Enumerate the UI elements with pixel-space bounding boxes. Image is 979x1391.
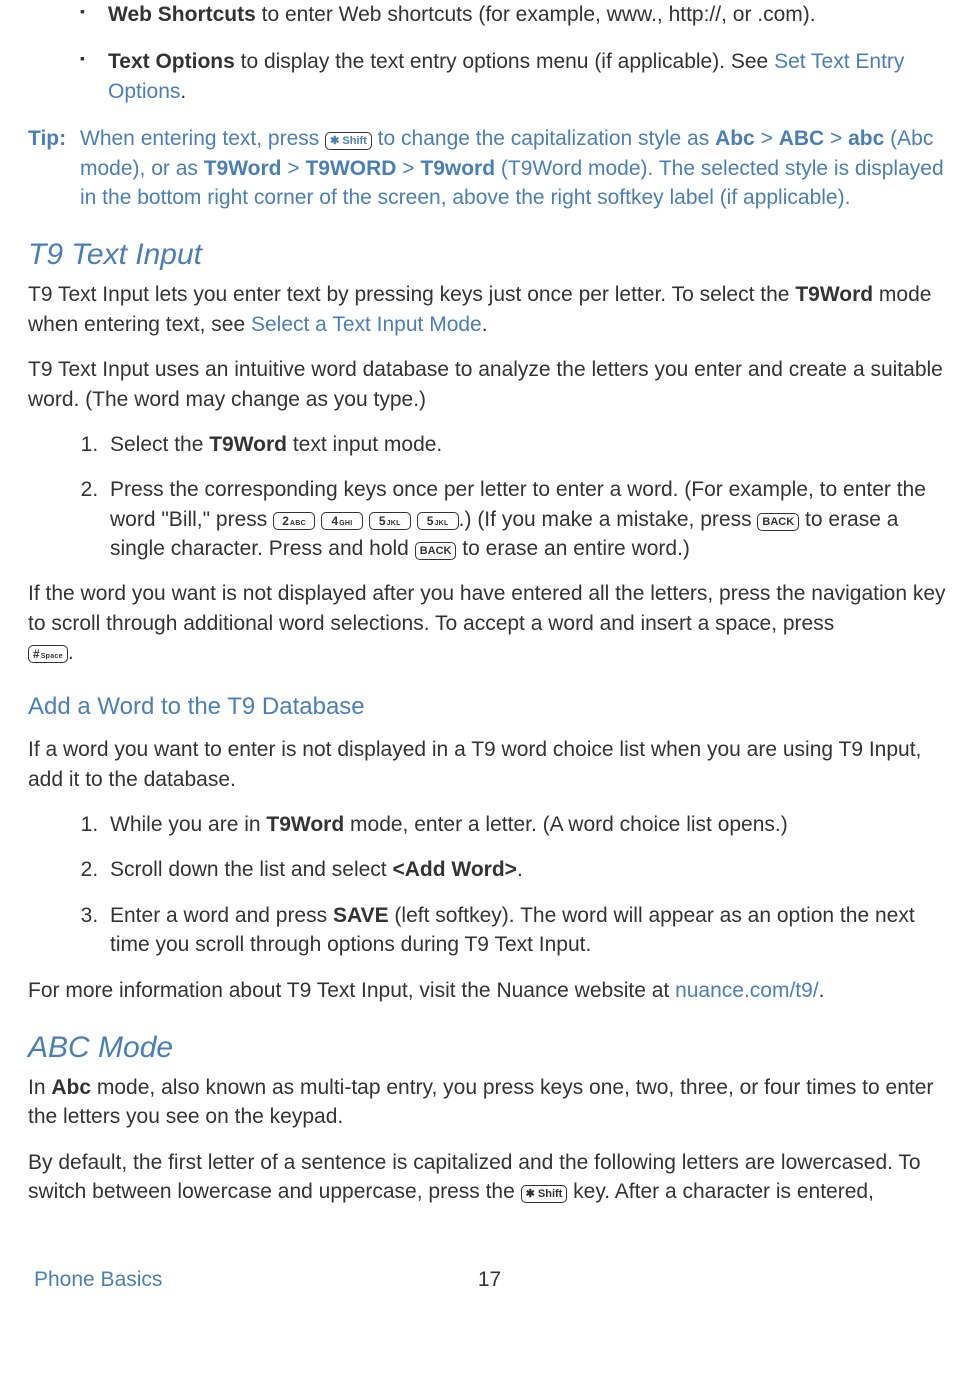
tip-t9b: T9WORD [305,157,396,180]
tip-gt2: > [824,127,848,150]
link-select-text-input-mode[interactable]: Select a Text Input Mode [251,313,482,336]
tip-gt3: > [282,157,306,180]
tip-body: When entering text, press ✱ Shift to cha… [80,124,951,212]
key-2-icon: 2ABC [273,512,315,530]
shift-key-icon-2: ✱ Shift [521,1185,568,1203]
tip-t9c: T9word [420,157,495,180]
key-4-icon: 4GHI [321,512,363,530]
web-shortcuts-text: to enter Web shortcuts (for example, www… [256,3,816,26]
back-key-icon-2: BACK [415,542,457,560]
tip-t9a: T9Word [204,157,282,180]
key-5b-icon: 5JKL [417,512,459,530]
tip-text-1: When entering text, press [80,127,325,150]
db2b: <Add Word> [392,858,516,881]
abc-p2b: key. After a character is entered, [567,1180,874,1203]
shift-key-icon: ✱ Shift [325,132,372,150]
db2c: . [517,858,523,881]
t9-p3b: . [68,641,74,664]
tip-block: Tip: When entering text, press ✱ Shift t… [28,124,951,212]
tip-abc1: Abc [715,127,755,150]
tip-label: Tip: [28,124,80,212]
bullet-web-shortcuts: Web Shortcuts to enter Web shortcuts (fo… [108,0,951,29]
t9-step2-b: .) (If you make a mistake, press [459,508,758,531]
t9-step1-a: Select the [110,433,209,456]
t9-paragraph-3: If the word you want is not displayed af… [28,579,951,667]
t9-p1a: T9 Text Input lets you enter text by pre… [28,283,795,306]
heading-add-word-t9: Add a Word to the T9 Database [28,690,951,724]
tip-abc3: abc [848,127,884,150]
abc-paragraph-2: By default, the first letter of a senten… [28,1148,951,1207]
tip-gt1: > [755,127,779,150]
t9-step-2: Press the corresponding keys once per le… [104,475,951,563]
db3a: Enter a word and press [110,904,333,927]
footer-page-number: 17 [478,1265,501,1294]
db3b: SAVE [333,904,389,927]
link-nuance[interactable]: nuance.com/t9/ [675,979,819,1002]
web-shortcuts-label: Web Shortcuts [108,3,256,26]
page-body: Web Shortcuts to enter Web shortcuts (fo… [0,0,979,1294]
text-options-end: . [180,80,186,103]
key-5-icon: 5JKL [369,512,411,530]
t9-db-steps-list: While you are in T9Word mode, enter a le… [28,810,951,960]
t9-paragraph-2: T9 Text Input uses an intuitive word dat… [28,355,951,414]
back-key-icon: BACK [757,513,799,531]
db1c: mode, enter a letter. (A word choice lis… [344,813,788,836]
t9-db-step-2: Scroll down the list and select <Add Wor… [104,855,951,884]
heading-t9-text-input: T9 Text Input [28,234,951,276]
t9-more-info: For more information about T9 Text Input… [28,976,951,1005]
t9-p1d: . [482,313,488,336]
option-bullet-list: Web Shortcuts to enter Web shortcuts (fo… [28,0,951,106]
page-footer: Phone Basics 17 [28,1265,951,1294]
t9-steps-list: Select the T9Word text input mode. Press… [28,430,951,564]
t9-step2-d: to erase an entire word.) [456,537,689,560]
db2a: Scroll down the list and select [110,858,392,881]
t9-p5b: . [819,979,825,1002]
db1a: While you are in [110,813,266,836]
tip-abc2: ABC [779,127,825,150]
abc-p1c: mode, also known as multi-tap entry, you… [28,1076,933,1128]
t9-p1b: T9Word [795,283,873,306]
t9-step1-c: text input mode. [287,433,442,456]
t9-step-1: Select the T9Word text input mode. [104,430,951,459]
text-options-mid: to display the text entry options menu (… [235,50,774,73]
t9-db-step-3: Enter a word and press SAVE (left softke… [104,901,951,960]
tip-text-2: to change the capitalization style as [372,127,715,150]
abc-p1b: Abc [51,1076,91,1099]
abc-p1a: In [28,1076,51,1099]
text-options-label: Text Options [108,50,235,73]
footer-spacer [501,1265,945,1294]
tip-gt4: > [396,157,420,180]
abc-paragraph-1: In Abc mode, also known as multi-tap ent… [28,1073,951,1132]
hash-space-key-icon: #Space [28,645,68,663]
t9-db-step-1: While you are in T9Word mode, enter a le… [104,810,951,839]
t9-step1-b: T9Word [209,433,287,456]
db1b: T9Word [266,813,344,836]
heading-abc-mode: ABC Mode [28,1027,951,1069]
footer-section-title: Phone Basics [34,1265,478,1294]
bullet-text-options: Text Options to display the text entry o… [108,47,951,106]
t9-paragraph-1: T9 Text Input lets you enter text by pre… [28,280,951,339]
t9-p3a: If the word you want is not displayed af… [28,582,946,634]
t9-db-paragraph: If a word you want to enter is not displ… [28,735,951,794]
t9-p5a: For more information about T9 Text Input… [28,979,675,1002]
